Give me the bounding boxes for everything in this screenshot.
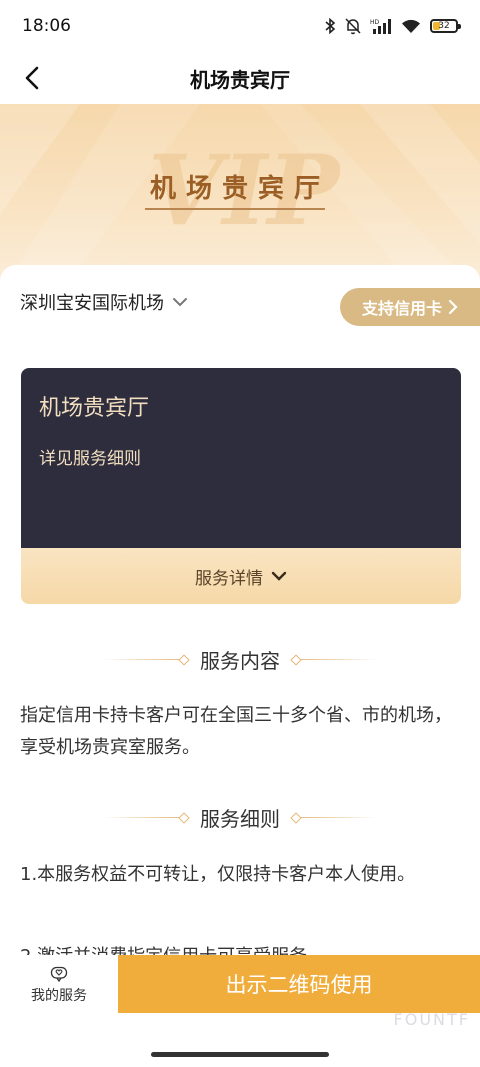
airport-selector[interactable]: 深圳宝安国际机场 xyxy=(20,289,188,315)
svg-text:HD: HD xyxy=(370,19,380,26)
service-details-button[interactable]: 服务详情 xyxy=(21,548,461,604)
nav-bar: 机场贵宾厅 xyxy=(0,52,480,104)
bottom-action-bar: 我的服务 出示二维码使用 xyxy=(0,955,480,1015)
battery-percent: 32 xyxy=(438,20,450,31)
mute-bell-icon xyxy=(345,18,361,35)
back-button[interactable] xyxy=(14,60,50,96)
watermark: FOUNTF xyxy=(393,1010,470,1029)
section-heading-content: 服务内容 xyxy=(0,645,480,674)
wifi-icon xyxy=(402,19,420,33)
rule-item-text: 2.激活并消费指定信用卡可享受服务。 xyxy=(20,946,325,955)
service-card-title: 机场贵宾厅 xyxy=(39,396,150,421)
heading-divider-left xyxy=(102,659,184,660)
page-title: 机场贵宾厅 xyxy=(190,67,290,92)
chevron-down-icon xyxy=(271,571,287,581)
service-card-body: 机场贵宾厅 详见服务细则 xyxy=(21,368,461,548)
section-title: 服务内容 xyxy=(200,649,280,673)
section-title: 服务细则 xyxy=(200,807,280,831)
chevron-left-icon xyxy=(25,66,39,90)
battery-icon: 32 xyxy=(430,19,461,33)
heading-divider-left xyxy=(102,817,184,818)
supported-cards-label: 支持信用卡 xyxy=(361,299,442,318)
rule-item: 2.激活并消费指定信用卡可享受服务。 xyxy=(20,941,462,955)
airport-name: 深圳宝安国际机场 xyxy=(20,293,164,314)
show-qr-code-label: 出示二维码使用 xyxy=(225,973,373,997)
page: 18:06 HD 32 机场贵宾厅 VIP 机场贵宾厅 深圳宝安国际机场 支持信… xyxy=(0,0,480,1067)
heading-divider-right xyxy=(296,659,378,660)
heart-chat-icon xyxy=(50,966,68,982)
rule-item: 1.本服务权益不可转让，仅限持卡客户本人使用。 xyxy=(20,864,416,885)
chevron-down-icon xyxy=(173,298,187,307)
heading-divider-right xyxy=(296,817,378,818)
signal-icon: HD xyxy=(370,19,391,34)
content-sheet: 深圳宝安国际机场 支持信用卡 机场贵宾厅 详见服务细则 服务详情 服务内容 指定… xyxy=(0,265,480,965)
section-text: 指定信用卡持卡客户可在全国三十多个省、市的机场，享受机场贵宾室服务。 xyxy=(20,705,452,758)
section-heading-rules: 服务细则 xyxy=(0,803,480,832)
my-services-button[interactable]: 我的服务 xyxy=(0,955,118,1015)
banner-title: 机场贵宾厅 xyxy=(149,174,330,204)
service-details-label: 服务详情 xyxy=(195,568,263,589)
my-services-label: 我的服务 xyxy=(31,987,87,1004)
bluetooth-icon xyxy=(325,17,336,35)
home-indicator[interactable] xyxy=(151,1052,329,1057)
banner-underline xyxy=(145,208,325,210)
service-card: 机场贵宾厅 详见服务细则 服务详情 xyxy=(21,368,461,604)
chevron-right-icon xyxy=(448,299,458,315)
status-time: 18:06 xyxy=(22,16,71,36)
status-bar: 18:06 HD 32 xyxy=(0,0,480,52)
status-icons: HD 32 xyxy=(324,17,461,35)
supported-cards-button[interactable]: 支持信用卡 xyxy=(340,288,480,326)
show-qr-code-button[interactable]: 出示二维码使用 xyxy=(118,955,480,1013)
service-card-subtitle: 详见服务细则 xyxy=(39,449,141,469)
